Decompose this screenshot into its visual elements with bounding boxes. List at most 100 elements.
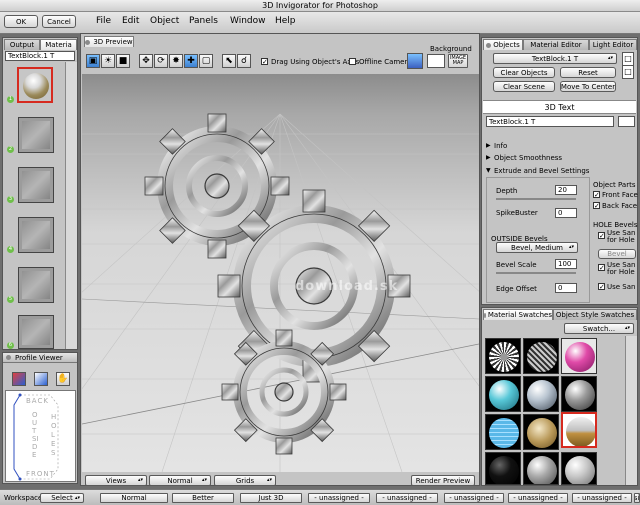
object-name-extra-field[interactable] xyxy=(618,116,635,127)
preview-tab-close-icon[interactable] xyxy=(85,39,91,45)
zoom-region-icon[interactable]: ▢ xyxy=(199,54,213,68)
tab-material-swatches[interactable]: Material Swatches xyxy=(483,309,553,320)
swatches-tab-close-icon[interactable] xyxy=(484,312,486,318)
object-thumbnail-selected[interactable] xyxy=(17,67,53,103)
material-swatch[interactable] xyxy=(485,338,521,374)
move-to-center-button[interactable]: Move To Center xyxy=(560,81,616,92)
axis-tool-icon[interactable]: ✚ xyxy=(184,54,198,68)
material-swatch[interactable] xyxy=(523,376,559,412)
clear-scene-button[interactable]: Clear Scene xyxy=(493,81,555,92)
move-tool-icon[interactable]: ✥ xyxy=(139,54,153,68)
reset-button[interactable]: Reset xyxy=(560,67,616,78)
disclosure-triangle-open-icon[interactable]: ▼ xyxy=(486,167,491,174)
bevel-scale-slider[interactable] xyxy=(496,272,576,274)
image-map-button[interactable]: IMAGE MAP xyxy=(448,54,468,68)
use-same-checkbox[interactable]: ✓ xyxy=(598,264,605,272)
back-face-checkbox[interactable]: ✓ xyxy=(593,202,600,210)
workspace-select[interactable]: Select xyxy=(40,493,84,503)
material-swatch[interactable] xyxy=(523,452,559,485)
ok-button[interactable]: OK xyxy=(4,15,38,28)
disclosure-triangle-icon[interactable]: ▶ xyxy=(486,154,491,161)
disclosure-triangle-icon[interactable]: ▶ xyxy=(486,142,491,149)
render-preview-button[interactable]: Render Preview xyxy=(411,475,475,486)
tab-3d-preview[interactable]: 3D Preview xyxy=(84,36,134,47)
material-swatch[interactable] xyxy=(523,338,559,374)
offline-camera-checkbox[interactable] xyxy=(349,58,356,65)
menu-window[interactable]: Window xyxy=(230,16,266,26)
depth-field[interactable]: 20 xyxy=(555,185,577,195)
tab-output[interactable]: Output xyxy=(4,39,40,50)
object-name-field[interactable]: TextBlock.1 T xyxy=(486,116,614,127)
depth-slider[interactable] xyxy=(496,198,576,200)
object-tool-icon[interactable]: ■ xyxy=(116,54,130,68)
bevel-select[interactable]: Bevel, Medium xyxy=(496,242,578,253)
object-thumbnail[interactable] xyxy=(18,267,54,303)
profile-canvas[interactable]: BACK OUTSIDE HOLES FRONT xyxy=(5,390,76,482)
rotate-tool-icon[interactable]: ⟳ xyxy=(154,54,168,68)
section-info[interactable]: Info xyxy=(494,142,507,150)
object-select[interactable]: TextBlock.1 T xyxy=(493,53,617,64)
hand-icon[interactable]: ✋ xyxy=(56,372,70,386)
bevel-scale-field[interactable]: 100 xyxy=(555,259,577,269)
use-same-checkbox[interactable]: ✓ xyxy=(598,232,605,240)
tab-materials[interactable]: Materia xyxy=(40,39,77,50)
material-swatch[interactable] xyxy=(485,414,521,450)
edge-offset-field[interactable]: 0 xyxy=(555,283,577,293)
tab-objects[interactable]: Objects xyxy=(483,39,523,50)
material-swatch[interactable] xyxy=(485,452,521,485)
left-object-field[interactable]: TextBlock.1 T xyxy=(5,51,75,61)
material-swatch[interactable] xyxy=(561,376,597,412)
workspace-just3d-button[interactable]: Just 3D xyxy=(240,493,302,503)
workspace-unassigned-button[interactable]: - unassigned - xyxy=(508,493,568,503)
bevel-button[interactable]: Bevel xyxy=(598,249,636,259)
drag-axes-checkbox[interactable]: ✓ xyxy=(261,58,268,66)
workspace-unassigned-button[interactable]: - unassigned - xyxy=(308,493,370,503)
lock-icon[interactable]: □ xyxy=(622,52,634,66)
profile-tool-b-icon[interactable] xyxy=(34,372,48,386)
grids-popup[interactable]: Grids xyxy=(214,475,276,486)
workspace-normal-button[interactable]: Normal xyxy=(100,493,168,503)
camera-tool-icon[interactable]: ▣ xyxy=(86,54,100,68)
section-object-smoothness[interactable]: Object Smoothness xyxy=(494,154,562,162)
unlock-icon[interactable]: □ xyxy=(622,65,634,79)
workspace-unassigned-button[interactable]: - unassigned - xyxy=(376,493,438,503)
menu-file[interactable]: File xyxy=(96,16,111,26)
object-thumbnail[interactable] xyxy=(18,167,54,203)
background-picker-icon[interactable] xyxy=(407,53,423,69)
material-swatch[interactable] xyxy=(523,414,559,450)
menu-edit[interactable]: Edit xyxy=(122,16,139,26)
material-swatch[interactable] xyxy=(561,452,597,485)
workspace-better-button[interactable]: Better xyxy=(172,493,234,503)
use-same-checkbox[interactable]: ✓ xyxy=(598,283,605,291)
object-thumbnail[interactable] xyxy=(18,315,54,349)
object-thumbnail[interactable] xyxy=(18,217,54,253)
normal-popup[interactable]: Normal xyxy=(149,475,211,486)
object-thumbnail[interactable] xyxy=(18,117,54,153)
background-color-swatch[interactable] xyxy=(427,54,445,68)
magnifier-icon[interactable]: ☌ xyxy=(237,54,251,68)
swatches-scrollbar[interactable] xyxy=(625,336,637,485)
menu-object[interactable]: Object xyxy=(150,16,179,26)
material-swatch[interactable] xyxy=(561,338,597,374)
profile-viewer-close-icon[interactable] xyxy=(6,355,11,360)
workspace-unassigned-button[interactable]: - unassigned - xyxy=(572,493,632,503)
left-scrollbar[interactable] xyxy=(65,62,77,349)
material-swatch[interactable] xyxy=(485,376,521,412)
front-face-checkbox[interactable]: ✓ xyxy=(593,191,600,199)
workspace-unassigned-button[interactable]: - unassigned - xyxy=(634,493,640,503)
swatch-menu[interactable]: Swatch... xyxy=(564,323,634,334)
tab-material-editor[interactable]: Material Editor xyxy=(523,39,589,50)
tab-light-editor[interactable]: Light Editor xyxy=(589,39,637,50)
objects-tab-close-icon[interactable] xyxy=(486,42,492,48)
workspace-unassigned-button[interactable]: - unassigned - xyxy=(444,493,504,503)
menu-panels[interactable]: Panels xyxy=(189,16,218,26)
cancel-button[interactable]: Cancel xyxy=(42,15,76,28)
profile-tool-a-icon[interactable] xyxy=(12,372,26,386)
section-extrude-bevel[interactable]: Extrude and Bevel Settings xyxy=(494,167,589,175)
tab-object-style-swatches[interactable]: Object Style Swatches xyxy=(553,309,637,320)
menu-help[interactable]: Help xyxy=(275,16,296,26)
orbit-tool-icon[interactable]: ✸ xyxy=(169,54,183,68)
material-swatch-selected[interactable] xyxy=(561,412,597,448)
3d-viewport[interactable]: download.sk xyxy=(82,74,479,472)
light-tool-icon[interactable]: ☀ xyxy=(101,54,115,68)
